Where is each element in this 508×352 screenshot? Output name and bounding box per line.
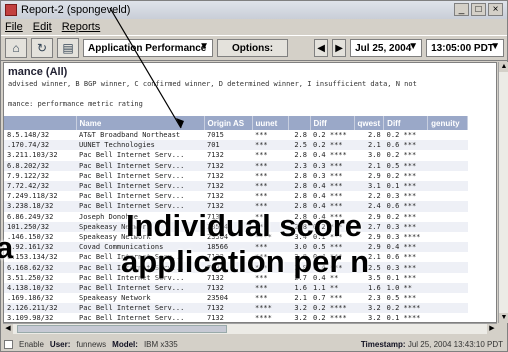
overlay-caption-line1: Individual score <box>126 208 363 243</box>
overlay-caption-line2: application per n <box>121 244 370 279</box>
annotation-arrow <box>109 7 184 129</box>
arrow-line <box>109 7 182 129</box>
overlay-caption-fragment: a <box>0 230 14 265</box>
